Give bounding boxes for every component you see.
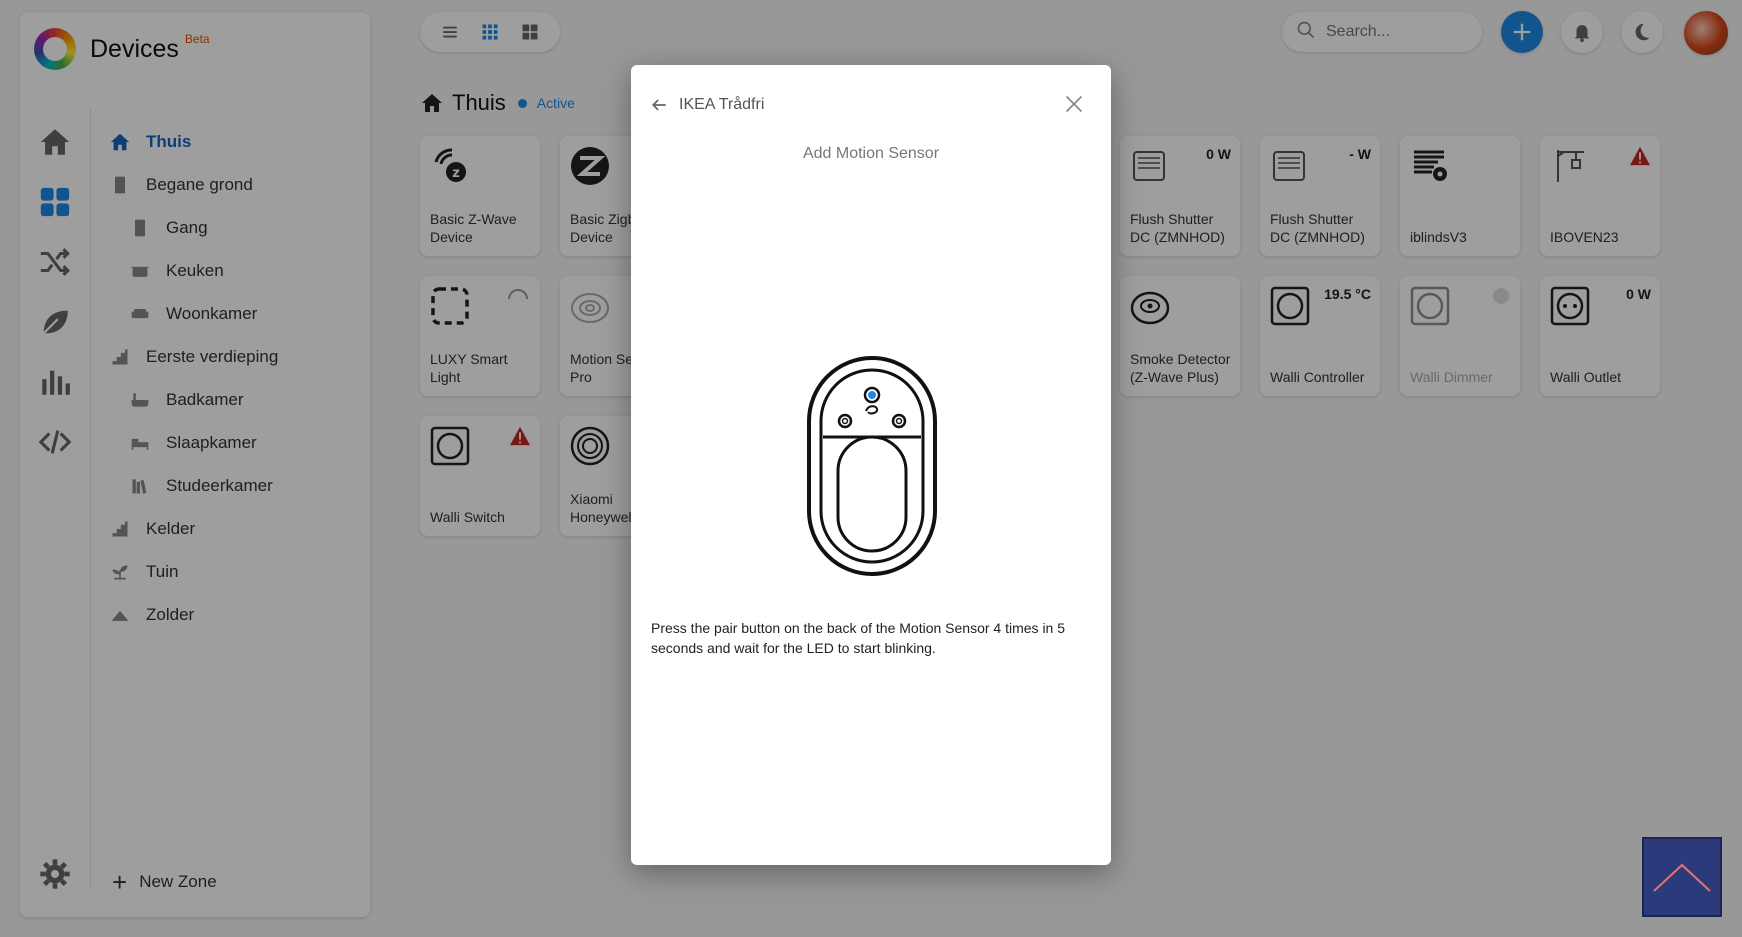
dialog-title: Add Motion Sensor [802, 145, 940, 162]
scroll-to-top-button[interactable] [1642, 837, 1722, 917]
close-icon [1065, 95, 1083, 113]
back-label: IKEA Trådfri [679, 96, 765, 113]
close-button[interactable] [1061, 91, 1087, 117]
arrow-left-icon [651, 99, 666, 111]
motion-sensor-illustration [807, 356, 937, 576]
pairing-dialog: IKEA Trådfri Add Motion Sensor Press the… [631, 65, 1111, 865]
pairing-instructions: Press the pair button on the back of the… [651, 620, 1066, 656]
back-button[interactable]: IKEA Trådfri [649, 95, 764, 115]
chevron-up-icon [1653, 863, 1711, 892]
